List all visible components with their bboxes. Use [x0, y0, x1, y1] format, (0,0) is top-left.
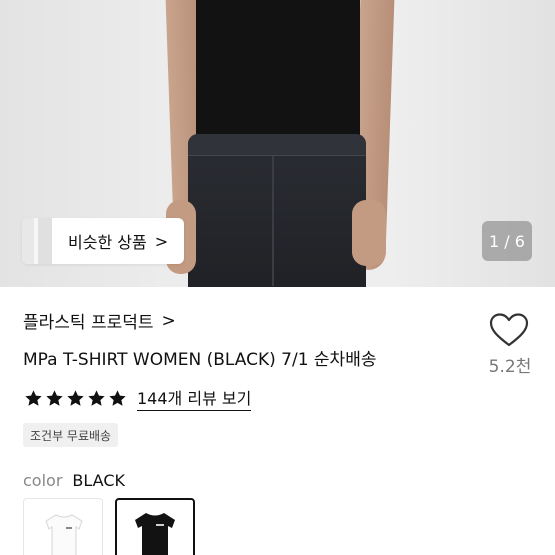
star-icon [46, 389, 63, 406]
shipping-badge: 조건부 무료배송 [23, 423, 119, 447]
star-icon [67, 389, 84, 406]
star-icon [25, 389, 42, 406]
star-rating [24, 389, 127, 408]
similar-products-button[interactable]: 비슷한 상품 > [22, 218, 184, 264]
color-option-black[interactable] [115, 498, 195, 555]
similar-products-thumbnail [22, 218, 52, 264]
color-value: BLACK [72, 471, 125, 490]
star-icon [88, 389, 105, 406]
chevron-right-icon: > [154, 231, 169, 251]
heart-icon [489, 313, 529, 347]
model-hand-right [352, 200, 386, 266]
like-count: 5.2천 [488, 357, 532, 377]
model-tshirt [196, 0, 360, 140]
model-jeans-seam [272, 156, 274, 286]
color-selection: color BLACK [23, 471, 125, 490]
brand-name: 플라스틱 프로덕트 [23, 313, 154, 333]
chevron-right-icon: > [161, 310, 176, 331]
white-tshirt-thumbnail [45, 514, 83, 555]
color-label: color [23, 471, 63, 490]
like-button[interactable] [488, 312, 530, 348]
rating-row: 144개 리뷰 보기 [24, 385, 252, 411]
product-image[interactable]: 비슷한 상품 > 1 / 6 [0, 0, 555, 287]
black-tshirt-thumbnail [135, 513, 175, 555]
model-jeans [188, 134, 366, 287]
image-counter: 1 / 6 [482, 221, 532, 261]
color-option-white[interactable] [23, 498, 103, 555]
similar-products-label: 비슷한 상품 [68, 233, 147, 252]
product-title: MPa T-SHIRT WOMEN (BLACK) 7/1 순차배송 [23, 350, 377, 370]
star-icon [109, 389, 126, 406]
brand-link[interactable]: 플라스틱 프로덕트 > [23, 308, 176, 334]
model-jeans-waist [188, 134, 366, 156]
reviews-link[interactable]: 144개 리뷰 보기 [137, 385, 252, 411]
